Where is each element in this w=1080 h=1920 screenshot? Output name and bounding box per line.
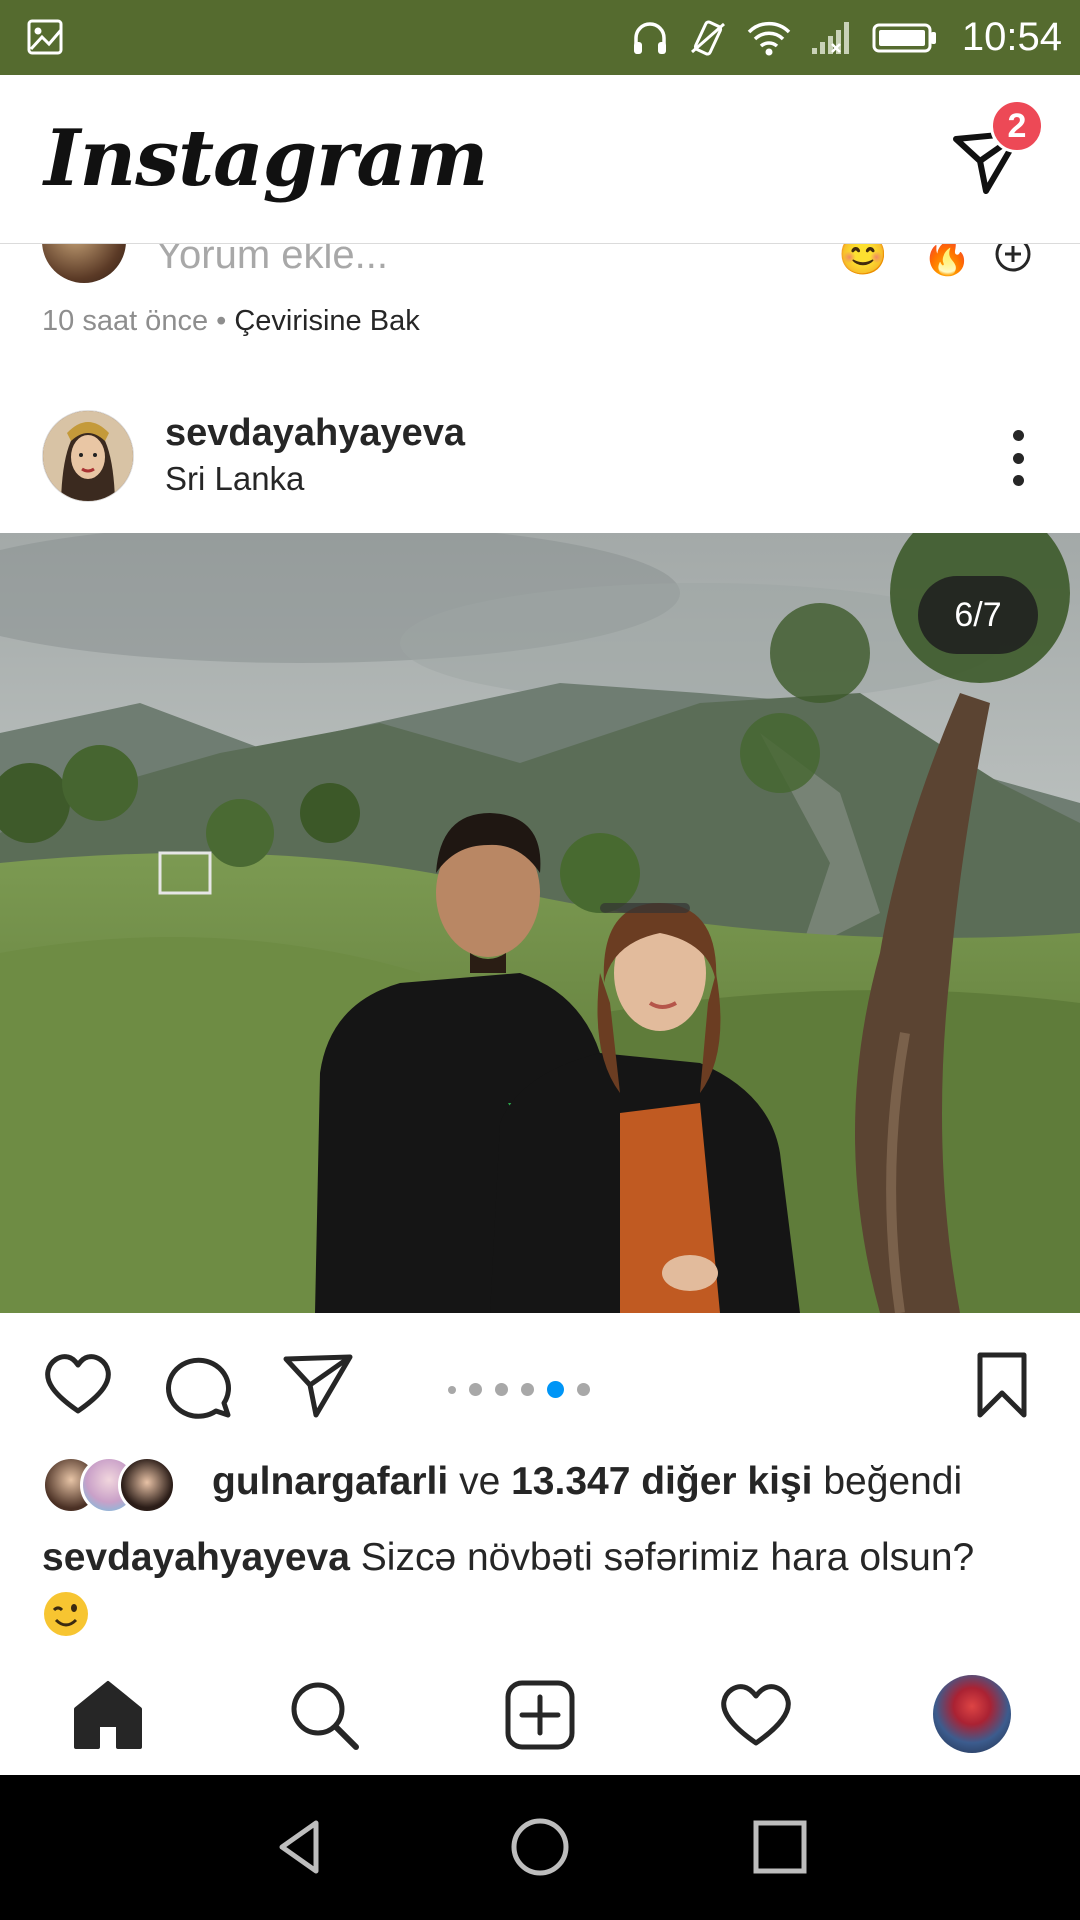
previous-post-meta: 10 saat önce • Çevirisine Bak	[42, 305, 420, 338]
status-time: 10:54	[961, 15, 1062, 59]
image-icon	[27, 19, 63, 55]
carousel-dot	[495, 1383, 508, 1396]
carousel-indicator	[448, 1381, 590, 1398]
activity-heart-icon[interactable]	[718, 1677, 794, 1753]
see-translation-link[interactable]: Çevirisine Bak	[234, 305, 419, 337]
comment-icon[interactable]	[162, 1349, 234, 1421]
back-icon[interactable]	[270, 1815, 334, 1879]
liker-username[interactable]: gulnargafarli	[212, 1460, 448, 1503]
save-bookmark-icon[interactable]	[966, 1349, 1038, 1421]
headphones-icon	[633, 21, 666, 54]
caption-text: Sizcə növbəti səfərimiz hara olsun?	[360, 1536, 975, 1579]
more-dot	[1012, 430, 1024, 441]
add-emoji-icon[interactable]	[994, 243, 1032, 273]
post-author-avatar[interactable]	[42, 410, 134, 502]
instagram-logo: Instagram	[44, 113, 488, 204]
home-icon[interactable]	[70, 1677, 146, 1753]
vibrate-icon	[690, 20, 725, 55]
more-options-icon[interactable]	[1008, 430, 1028, 486]
quick-emoji-smile[interactable]: 😊	[838, 243, 888, 278]
signal-icon	[811, 21, 849, 54]
carousel-dot	[469, 1383, 482, 1396]
likes-summary[interactable]: gulnargafarli ve 13.347 diğer kişi beğen…	[42, 1454, 1042, 1514]
caption-username[interactable]: sevdayahyayeva	[42, 1536, 350, 1579]
time-ago: 10 saat önce	[42, 305, 209, 337]
own-avatar	[42, 243, 126, 283]
meta-separator: •	[216, 305, 227, 337]
carousel-dot-active	[547, 1381, 564, 1398]
dm-notification-badge: 2	[990, 99, 1044, 153]
new-post-icon[interactable]	[502, 1677, 578, 1753]
post-header: sevdayahyayeva Sri Lanka	[0, 410, 1080, 532]
post-photo[interactable]: 6/7	[0, 533, 1080, 1313]
liker-avatar	[118, 1456, 176, 1514]
wifi-icon	[747, 21, 791, 55]
likes-connector: ve	[459, 1460, 501, 1503]
quick-emoji-fire[interactable]: 🔥	[922, 243, 972, 278]
carousel-dot	[577, 1383, 590, 1396]
liker-avatars	[42, 1456, 192, 1514]
share-icon[interactable]	[282, 1349, 354, 1421]
app-header: Instagram 2	[0, 75, 1080, 244]
carousel-dot	[521, 1383, 534, 1396]
wink-emoji	[42, 1590, 90, 1638]
search-icon[interactable]	[286, 1677, 362, 1753]
comment-input[interactable]: Yorum ekle...	[156, 243, 388, 278]
profile-avatar[interactable]	[933, 1675, 1011, 1753]
battery-icon	[872, 23, 936, 52]
bottom-navigation	[0, 1655, 1080, 1775]
post-username[interactable]: sevdayahyayeva	[165, 412, 465, 455]
like-heart-icon[interactable]	[42, 1349, 114, 1421]
system-navigation	[0, 1775, 1080, 1920]
recents-icon[interactable]	[748, 1815, 812, 1879]
avatar-portrait	[43, 411, 133, 501]
likes-count[interactable]: 13.347 diğer kişi	[511, 1460, 812, 1503]
wink-emoji-icon	[44, 1592, 88, 1636]
carousel-dot	[448, 1385, 456, 1394]
post-location[interactable]: Sri Lanka	[165, 460, 304, 498]
home-circle-icon[interactable]	[508, 1815, 572, 1879]
more-dot	[1012, 475, 1024, 486]
post-caption: sevdayahyayeva Sizcə növbəti səfərimiz h…	[42, 1530, 1042, 1654]
carousel-counter: 6/7	[918, 576, 1038, 654]
photo-scene	[0, 533, 1080, 1313]
likes-text: gulnargafarli ve 13.347 diğer kişi beğen…	[212, 1460, 962, 1504]
more-dot	[1012, 452, 1024, 464]
post-actions	[0, 1313, 1080, 1453]
status-bar: 10:54	[0, 0, 1080, 75]
previous-post-comment-row: Yorum ekle... 😊 🔥	[0, 243, 1080, 293]
likes-suffix: beğendi	[823, 1460, 963, 1503]
